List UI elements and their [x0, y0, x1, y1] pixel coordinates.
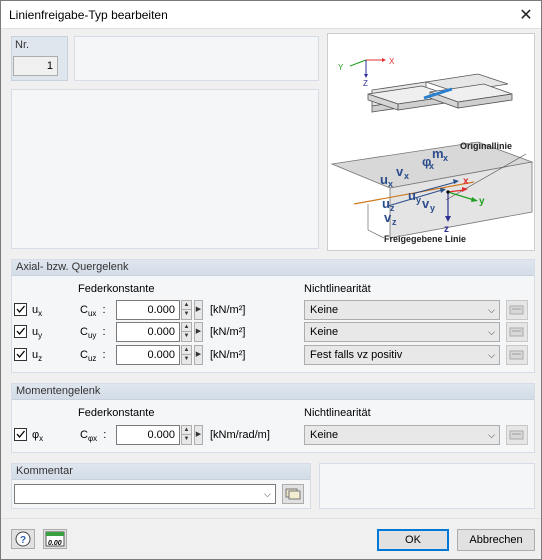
uy-symbol: u — [408, 188, 416, 203]
vz-symbol: v — [384, 210, 392, 225]
uy-nonlinearity-edit-icon — [506, 322, 528, 342]
phix-nonlinearity-select[interactable]: Keine ⌵ — [304, 425, 500, 445]
units-icon[interactable]: 0.00 — [43, 529, 67, 549]
vx-sub: x — [404, 171, 409, 181]
ux-symbol: u — [380, 172, 388, 187]
cuz-label: Cuz : — [80, 349, 106, 364]
comment-group-title: Kommentar — [12, 464, 310, 480]
uy-checkbox[interactable] — [14, 325, 27, 338]
cphix-unit: [kNm/rad/m] — [210, 429, 270, 441]
help-icon[interactable]: ? — [11, 529, 35, 549]
axis-y-label: y — [479, 196, 485, 207]
moment-group: Momentengelenk Federkonstante Nichtlinea… — [11, 383, 535, 453]
comment-library-icon[interactable] — [282, 484, 304, 504]
info-panel — [11, 89, 319, 249]
cux-unit: [kN/m²] — [210, 304, 246, 316]
nr-field: 1 — [13, 56, 58, 76]
ux-nonlinearity-edit-icon — [506, 300, 528, 320]
cuy-spinner[interactable]: ▲ ▼ — [181, 322, 192, 342]
cphix-input[interactable]: 0.000 — [116, 425, 180, 445]
dialog-window: Linienfreigabe-Typ bearbeiten ✕ Nr. 1 X … — [0, 0, 542, 560]
window-title: Linienfreigabe-Typ bearbeiten — [9, 8, 168, 22]
vz-sub: z — [392, 217, 397, 227]
cphix-label: Cφx : — [80, 429, 107, 444]
phix-checkbox[interactable] — [14, 428, 27, 441]
vy-symbol: v — [422, 196, 430, 211]
cancel-button[interactable]: Abbrechen — [457, 529, 535, 551]
cux-input[interactable]: 0.000 — [116, 300, 180, 320]
cuz-arrow-button[interactable]: ▶ — [194, 345, 203, 365]
ux-label: ux — [32, 304, 43, 319]
small-axis-y-label: Y — [338, 63, 344, 72]
cuz-input[interactable]: 0.000 — [116, 345, 180, 365]
axial-nonlin-header: Nichtlinearität — [304, 283, 371, 295]
cuy-unit: [kN/m²] — [210, 326, 246, 338]
cuz-unit: [kN/m²] — [210, 349, 246, 361]
uy-label: uy — [32, 326, 43, 341]
cphix-spinner[interactable]: ▲ ▼ — [181, 425, 192, 445]
phix-label: φx — [32, 429, 44, 444]
axial-group-title: Axial- bzw. Quergelenk — [12, 260, 534, 276]
original-line-label: Originallinie — [460, 141, 512, 151]
mx-sub: x — [443, 153, 448, 163]
ux-nonlinearity-select[interactable]: Keine ⌵ — [304, 300, 500, 320]
name-panel — [74, 36, 319, 81]
moment-group-title: Momentengelenk — [12, 384, 534, 400]
vx-symbol: v — [396, 164, 404, 179]
cuy-input[interactable]: 0.000 — [116, 322, 180, 342]
uz-symbol: u — [382, 196, 390, 211]
comment-side-panel — [319, 463, 535, 509]
vy-sub: y — [430, 203, 435, 213]
close-icon[interactable]: ✕ — [511, 1, 541, 29]
cuy-label: Cuy : — [80, 326, 106, 341]
ux-checkbox[interactable] — [14, 303, 27, 316]
axis-x-label: x — [463, 176, 469, 187]
uy-nonlinearity-select[interactable]: Keine ⌵ — [304, 322, 500, 342]
uy-sub: y — [416, 195, 421, 205]
comment-input[interactable]: ⌵ — [14, 484, 276, 504]
released-line-label: Freigegebene Linie — [384, 234, 466, 244]
uz-checkbox[interactable] — [14, 348, 27, 361]
svg-text:0.00: 0.00 — [48, 540, 62, 547]
cuz-spinner[interactable]: ▲ ▼ — [181, 345, 192, 365]
uz-nonlinearity-edit-icon — [506, 345, 528, 365]
axial-group: Axial- bzw. Quergelenk Federkonstante Ni… — [11, 259, 535, 373]
phix-nonlinearity-edit-icon — [506, 425, 528, 445]
axial-spring-header: Federkonstante — [78, 283, 155, 295]
illustration-panel: X Y Z x y z φ x m x u x v x u y v y u z … — [327, 33, 535, 251]
uz-label: uz — [32, 349, 43, 364]
nr-label: Nr. — [15, 39, 30, 51]
title-bar: Linienfreigabe-Typ bearbeiten ✕ — [1, 1, 541, 29]
cux-label: Cux : — [80, 304, 106, 319]
small-axis-z-label: Z — [363, 79, 368, 88]
cux-spinner[interactable]: ▲ ▼ — [181, 300, 192, 320]
line-release-diagram: X Y Z x y z φ x m x u x v x u y v y u z … — [330, 57, 534, 244]
cuy-arrow-button[interactable]: ▶ — [194, 322, 203, 342]
cphix-arrow-button[interactable]: ▶ — [194, 425, 203, 445]
ok-button[interactable]: OK — [377, 529, 449, 551]
uz-nonlinearity-select[interactable]: Fest falls vz positiv ⌵ — [304, 345, 500, 365]
small-axis-x-label: X — [389, 57, 395, 66]
moment-nonlin-header: Nichtlinearität — [304, 407, 371, 419]
cux-arrow-button[interactable]: ▶ — [194, 300, 203, 320]
ux-sub: x — [388, 179, 393, 189]
comment-group: Kommentar ⌵ — [11, 463, 311, 509]
phix-sub: x — [429, 161, 434, 171]
mx-symbol: m — [432, 146, 444, 161]
moment-spring-header: Federkonstante — [78, 407, 155, 419]
footer-divider — [1, 518, 541, 519]
svg-text:?: ? — [20, 535, 26, 546]
